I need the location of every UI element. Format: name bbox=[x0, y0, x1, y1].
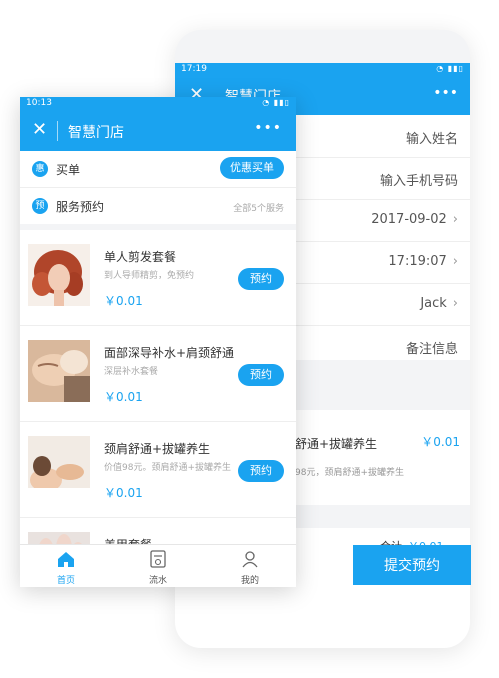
nav-bar: ✕ 智慧门店 ••• bbox=[20, 111, 296, 151]
service-desc: 98元，颈肩舒通+拔罐养生 bbox=[295, 468, 404, 478]
signal-battery-icon: ◔ ▮▮▯ bbox=[436, 64, 464, 73]
service-desc: 到人导师精剪，免预约 bbox=[104, 271, 195, 281]
submit-booking-button[interactable]: 提交预约 bbox=[353, 545, 471, 585]
more-icon[interactable]: ••• bbox=[254, 120, 282, 136]
discount-pay-button[interactable]: 优惠买单 bbox=[220, 157, 284, 179]
service-desc: 深层补水套餐 bbox=[104, 367, 159, 377]
service-item[interactable]: 颈肩舒通+拔罐养生 价值98元。颈肩舒通+拔罐养生 ￥0.01 预约 bbox=[20, 422, 296, 518]
divider bbox=[57, 121, 58, 141]
service-name: 颈肩舒通+拔罐养生 bbox=[104, 442, 211, 456]
more-icon[interactable]: ••• bbox=[433, 85, 458, 101]
hair-photo-icon bbox=[28, 244, 90, 306]
service-price: ￥0.01 bbox=[104, 486, 143, 500]
close-icon[interactable]: ✕ bbox=[32, 119, 47, 140]
book-button[interactable]: 预约 bbox=[238, 268, 284, 290]
chevron-right-icon: › bbox=[452, 254, 458, 269]
chevron-right-icon: › bbox=[452, 212, 458, 227]
bill-icon bbox=[150, 550, 166, 568]
reserve-row[interactable]: 预 服务预约 全部5个服务 bbox=[20, 188, 296, 230]
status-time: 17:19 bbox=[181, 64, 207, 74]
user-icon bbox=[242, 551, 258, 568]
massage-photo-icon bbox=[28, 436, 90, 498]
tab-bill[interactable]: 流水 bbox=[112, 545, 204, 587]
service-price: ￥0.01 bbox=[421, 435, 460, 449]
status-bar: 17:19 ◔ ▮▮▯ bbox=[175, 63, 470, 77]
tab-home[interactable]: 首页 bbox=[20, 545, 112, 587]
status-bar: 10:13 ◔ ▮▮▯ bbox=[20, 97, 296, 111]
tab-bar: 首页 流水 我的 bbox=[20, 544, 296, 587]
book-button[interactable]: 预约 bbox=[238, 364, 284, 386]
buy-label: 买单 bbox=[56, 163, 81, 177]
reserve-badge-icon: 预 bbox=[32, 198, 48, 214]
status-time: 10:13 bbox=[26, 98, 52, 108]
service-count: 全部5个服务 bbox=[233, 204, 284, 214]
book-button[interactable]: 预约 bbox=[238, 460, 284, 482]
buy-row: 惠 买单 优惠买单 bbox=[20, 151, 296, 188]
service-item[interactable]: 面部深导补水+肩颈舒通 深层补水套餐 ￥0.01 预约 bbox=[20, 326, 296, 422]
signal-battery-icon: ◔ ▮▮▯ bbox=[262, 98, 290, 107]
discount-badge-icon: 惠 bbox=[32, 161, 48, 177]
facial-photo-icon bbox=[28, 340, 90, 402]
service-price: ￥0.01 bbox=[104, 390, 143, 404]
reserve-label: 服务预约 bbox=[56, 200, 105, 214]
service-name: 面部深导补水+肩颈舒通 bbox=[104, 346, 235, 360]
service-name: 舒通+拔罐养生 bbox=[295, 437, 378, 451]
service-desc: 价值98元。颈肩舒通+拔罐养生 bbox=[104, 463, 231, 473]
front-phone: 10:13 ◔ ▮▮▯ ✕ 智慧门店 ••• 惠 买单 优惠买单 预 服务预约 … bbox=[20, 97, 296, 587]
chevron-right-icon: › bbox=[452, 296, 458, 311]
service-price: ￥0.01 bbox=[104, 294, 143, 308]
service-item[interactable]: 单人剪发套餐 到人导师精剪，免预约 ￥0.01 预约 bbox=[20, 230, 296, 326]
home-icon bbox=[58, 552, 74, 567]
service-name: 单人剪发套餐 bbox=[104, 250, 177, 264]
tab-mine[interactable]: 我的 bbox=[204, 545, 296, 587]
page-title: 智慧门店 bbox=[68, 125, 124, 141]
